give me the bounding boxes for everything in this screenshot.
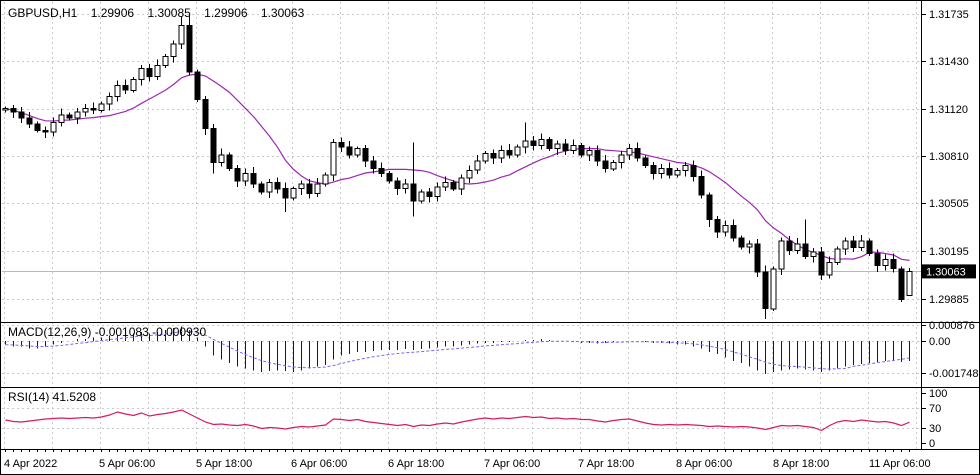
current-price-tag: 1.30063 xyxy=(922,264,976,278)
symbol-period-label: GBPUSD,H1 xyxy=(8,6,77,20)
svg-text:7 Apr 06:00: 7 Apr 06:00 xyxy=(484,458,540,470)
svg-text:1.31120: 1.31120 xyxy=(929,104,968,116)
close-value: 1.30063 xyxy=(261,6,304,20)
rsi-line xyxy=(6,410,910,431)
time-axis[interactable]: 4 Apr 2022 5 Apr 06:00 5 Apr 18:00 6 Apr 06… xyxy=(4,450,931,470)
svg-text:30: 30 xyxy=(929,423,941,435)
svg-text:11 Apr 06:00: 11 Apr 06:00 xyxy=(869,458,931,470)
ma-line xyxy=(6,74,910,260)
svg-text:7 Apr 18:00: 7 Apr 18:00 xyxy=(578,458,634,470)
svg-text:1.30810: 1.30810 xyxy=(929,151,969,163)
svg-text:1.31735: 1.31735 xyxy=(929,9,969,21)
rsi-indicator-label: RSI(14) 41.5208 xyxy=(8,390,96,404)
svg-text:1.30505: 1.30505 xyxy=(929,198,969,210)
open-value: 1.29906 xyxy=(91,6,134,20)
svg-text:4 Apr 2022: 4 Apr 2022 xyxy=(4,458,57,470)
price-axis[interactable]: 1.31735 1.31430 1.31120 1.30810 1.30505 1.301… xyxy=(921,9,979,450)
svg-text:8 Apr 06:00: 8 Apr 06:00 xyxy=(676,458,732,470)
svg-text:1.31430: 1.31430 xyxy=(929,56,969,68)
trading-chart-window: 1.31735 1.31430 1.31120 1.30810 1.30505 1.301… xyxy=(0,0,980,475)
svg-text:-0.001748: -0.001748 xyxy=(929,368,979,380)
svg-text:0.000876: 0.000876 xyxy=(929,320,975,332)
svg-text:5 Apr 18:00: 5 Apr 18:00 xyxy=(196,458,252,470)
svg-text:1.30195: 1.30195 xyxy=(929,246,969,258)
high-value: 1.30085 xyxy=(147,6,190,20)
svg-text:1.30063: 1.30063 xyxy=(926,266,966,278)
low-value: 1.29906 xyxy=(204,6,247,20)
svg-text:0.00: 0.00 xyxy=(929,336,950,348)
svg-text:6 Apr 06:00: 6 Apr 06:00 xyxy=(291,458,347,470)
svg-text:1.29885: 1.29885 xyxy=(929,294,969,306)
svg-text:8 Apr 18:00: 8 Apr 18:00 xyxy=(773,458,829,470)
svg-text:100: 100 xyxy=(929,388,947,400)
macd-indicator-label: MACD(12,26,9) -0.001083 -0.000930 xyxy=(8,325,206,339)
candlesticks xyxy=(3,15,912,319)
svg-text:6 Apr 18:00: 6 Apr 18:00 xyxy=(388,458,444,470)
chart-header: GBPUSD,H1 1.29906 1.30085 1.29906 1.3006… xyxy=(8,6,314,20)
svg-text:5 Apr 06:00: 5 Apr 06:00 xyxy=(99,458,155,470)
chart-canvas[interactable]: 1.31735 1.31430 1.31120 1.30810 1.30505 1.301… xyxy=(1,1,980,475)
svg-text:0: 0 xyxy=(929,438,935,450)
svg-text:70: 70 xyxy=(929,403,941,415)
